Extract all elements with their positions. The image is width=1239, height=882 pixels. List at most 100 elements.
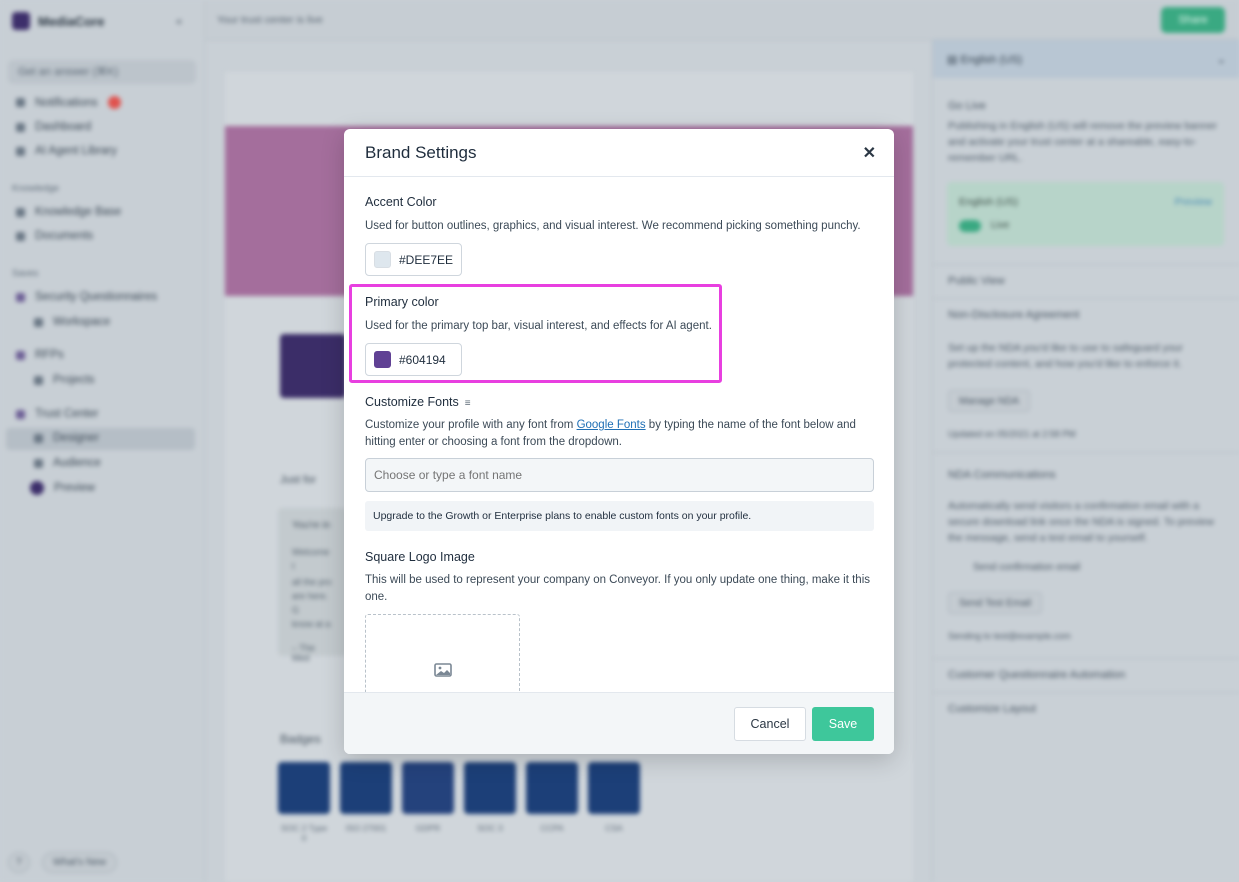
- sidebar: MediaCore « Get an answer (⌘K) Notificat…: [0, 0, 205, 882]
- nda-section[interactable]: Non-Disclosure Agreement: [948, 309, 1079, 321]
- audience-icon: [34, 458, 43, 468]
- sidebar-item-label: RFPs: [35, 349, 64, 361]
- sidebar-item-preview[interactable]: Preview: [30, 481, 95, 495]
- collapse-sidebar-icon[interactable]: «: [176, 16, 182, 28]
- modal-title: Brand Settings: [365, 143, 477, 162]
- primary-color-input[interactable]: #604194: [365, 343, 462, 376]
- status-language: English (US): [959, 196, 1018, 208]
- shield-icon: [16, 409, 25, 419]
- close-icon[interactable]: ✕: [863, 143, 876, 163]
- sidebar-item-label: Dashboard: [35, 121, 92, 133]
- badge-caption: SOC 2 Type II: [280, 823, 328, 843]
- sidebar-item-workspace[interactable]: Workspace: [34, 316, 110, 328]
- bell-icon: [16, 98, 25, 107]
- welcome-card: You're in Welcome t all the pro are here…: [278, 508, 348, 663]
- badge-ccpa-icon: [526, 762, 578, 814]
- workspace-icon: [34, 317, 43, 327]
- share-button[interactable]: Share: [1161, 7, 1225, 33]
- badge-gdpr-icon: [402, 762, 454, 814]
- welcome-line: know at a: [292, 619, 331, 629]
- nda-comms-desc: Automatically send visitors a confirmati…: [948, 500, 1214, 544]
- badge-caption: GDPR: [415, 823, 441, 833]
- badge-soc2-icon: [278, 762, 330, 814]
- chevron-down-icon: ⌄: [1216, 54, 1226, 66]
- questionnaire-icon: [16, 292, 25, 302]
- company-logo: [280, 334, 346, 398]
- send-test-email-button[interactable]: Send Test Email: [948, 592, 1043, 614]
- manage-nda-button[interactable]: Manage NDA: [948, 390, 1031, 412]
- image-icon: [434, 663, 452, 677]
- cancel-button[interactable]: Cancel: [734, 707, 806, 741]
- welcome-line: all the pro: [292, 577, 332, 587]
- divider: [933, 264, 1239, 265]
- sidebar-item-notifications[interactable]: Notifications: [16, 96, 121, 109]
- sidebar-item-label: Audience: [53, 457, 101, 469]
- notification-badge: [107, 96, 121, 109]
- book-icon: [16, 207, 25, 217]
- sidebar-item-label: Projects: [53, 374, 95, 386]
- badge-caption: SOC 3: [477, 823, 503, 833]
- help-button[interactable]: ?: [8, 852, 30, 873]
- preview-avatar-icon: [30, 481, 44, 495]
- primary-color-label: Primary color: [365, 295, 439, 309]
- accent-color-input[interactable]: #DEE7EE: [365, 243, 462, 276]
- google-fonts-link[interactable]: Google Fonts: [577, 419, 646, 431]
- fonts-desc-text: Customize your profile with any font fro…: [365, 419, 577, 431]
- sidebar-item-rfps[interactable]: RFPs: [16, 349, 64, 361]
- sidebar-item-projects[interactable]: Projects: [34, 374, 95, 386]
- modal-body[interactable]: Accent Color Used for button outlines, g…: [344, 177, 894, 692]
- badges-heading: Badges: [280, 732, 321, 746]
- accent-color-desc: Used for button outlines, graphics, and …: [365, 220, 861, 232]
- sidebar-item-label: Preview: [54, 482, 95, 494]
- badge-csa-icon: [588, 762, 640, 814]
- go-live-title: Go Live: [948, 100, 986, 112]
- primary-color-swatch[interactable]: [374, 351, 391, 368]
- sidebar-item-knowledge-base[interactable]: Knowledge Base: [16, 206, 121, 218]
- cq-automation-section[interactable]: Customer Questionnaire Automation: [948, 669, 1125, 681]
- language-label: English (US): [960, 54, 1023, 66]
- sidebar-heading-knowledge: Knowledge: [12, 183, 60, 194]
- public-view-section[interactable]: Public View: [948, 275, 1005, 287]
- top-bar: Your trust center is live Share: [205, 0, 1239, 40]
- square-logo-desc: This will be used to represent your comp…: [365, 574, 871, 603]
- sidebar-item-designer[interactable]: Designer: [34, 432, 99, 444]
- whats-new-button[interactable]: What's New: [42, 852, 118, 873]
- sidebar-item-dashboard[interactable]: Dashboard: [16, 121, 91, 133]
- stack-icon: ≡: [464, 398, 471, 409]
- sidebar-item-label: Documents: [35, 230, 94, 242]
- accent-color-label: Accent Color: [365, 195, 437, 209]
- customize-fonts-text: Customize Fonts: [365, 395, 459, 409]
- rfp-icon: [16, 350, 25, 360]
- sidebar-item-audience[interactable]: Audience: [34, 457, 101, 469]
- sidebar-item-ai-agent-library[interactable]: AI Agent Library: [16, 145, 117, 157]
- brand[interactable]: MediaCore: [12, 12, 104, 30]
- primary-color-value: #604194: [399, 352, 446, 367]
- status-card: English (US) Preview Live: [947, 182, 1224, 246]
- sidebar-item-documents[interactable]: Documents: [16, 230, 93, 242]
- primary-color-desc: Used for the primary top bar, visual int…: [365, 320, 712, 332]
- sidebar-item-trust-center[interactable]: Trust Center: [16, 408, 98, 420]
- welcome-line: are here. G: [292, 591, 329, 615]
- customize-fonts-desc: Customize your profile with any font fro…: [365, 417, 865, 451]
- sidebar-item-label: Workspace: [53, 316, 111, 328]
- language-selector[interactable]: ▤ English (US) ⌄: [933, 40, 1239, 78]
- modal-header: Brand Settings ✕: [344, 129, 894, 177]
- customize-layout-section[interactable]: Customize Layout: [948, 703, 1036, 715]
- accent-color-swatch[interactable]: [374, 251, 391, 268]
- designer-icon: [34, 433, 43, 443]
- save-button[interactable]: Save: [812, 707, 874, 741]
- sidebar-item-label: Notifications: [35, 96, 98, 109]
- font-input[interactable]: [365, 458, 874, 492]
- sending-to: Sending to test@example.com: [948, 631, 1071, 641]
- divider: [933, 692, 1239, 693]
- preview-link[interactable]: Preview: [1175, 196, 1212, 208]
- upgrade-note: Upgrade to the Growth or Enterprise plan…: [365, 501, 874, 531]
- sidebar-item-label: Security Questionnaires: [35, 291, 158, 303]
- brand-settings-modal: Brand Settings ✕ Accent Color Used for b…: [344, 129, 894, 754]
- sidebar-item-label: Trust Center: [35, 408, 99, 420]
- sidebar-search[interactable]: Get an answer (⌘K): [8, 60, 196, 84]
- live-toggle[interactable]: [959, 220, 981, 232]
- sidebar-item-security-questionnaires[interactable]: Security Questionnaires: [16, 291, 157, 303]
- send-confirmation-toggle[interactable]: Send confirmation email: [973, 562, 1080, 573]
- logo-dropzone[interactable]: [365, 614, 520, 692]
